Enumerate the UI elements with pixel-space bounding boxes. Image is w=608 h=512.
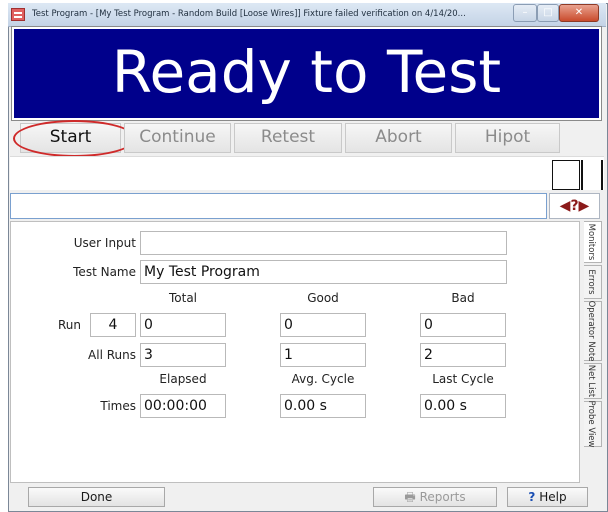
tab-errors[interactable]: Errors <box>584 265 602 299</box>
hipot-button[interactable]: Hipot <box>455 123 560 153</box>
tab-monitors-label: Monitors <box>586 223 596 261</box>
indicator-box-2 <box>581 160 603 190</box>
avg-cycle-header: Avg. Cycle <box>291 372 355 386</box>
user-input-field[interactable] <box>140 231 507 255</box>
tab-errors-label: Errors <box>586 269 596 295</box>
continue-button[interactable]: Continue <box>124 123 231 153</box>
tab-operator-note-label: Operator Note <box>586 300 596 362</box>
test-name-label: Test Name <box>73 265 136 279</box>
status-banner: Ready to Test <box>11 26 602 121</box>
last-cycle-header: Last Cycle <box>432 372 494 386</box>
close-icon: ✕ <box>574 7 584 18</box>
help-button[interactable]: ? Help <box>507 487 588 507</box>
bad-header: Bad <box>451 291 475 305</box>
tab-probe-view-label: Probe View <box>586 400 596 448</box>
help-label: Help <box>539 490 567 504</box>
tab-probe-view[interactable]: Probe View <box>584 401 602 447</box>
maximize-icon: □ <box>543 7 553 18</box>
tab-operator-note[interactable]: Operator Note <box>584 301 602 361</box>
app-icon <box>11 8 25 21</box>
close-button[interactable]: ✕ <box>559 4 599 22</box>
all-runs-bad-field: 2 <box>420 343 506 367</box>
run-label: Run <box>58 318 82 332</box>
reports-button[interactable]: 🖶 Reports <box>373 487 497 507</box>
all-runs-good-field: 1 <box>280 343 366 367</box>
window-title: Test Program - [My Test Program - Random… <box>32 9 466 19</box>
message-field[interactable] <box>10 193 547 219</box>
abort-button[interactable]: Abort <box>345 123 452 153</box>
retest-button[interactable]: Retest <box>234 123 342 153</box>
nav-arrows-icon[interactable]: ◀?▶ <box>549 193 600 219</box>
run-total-field: 0 <box>140 313 226 337</box>
avg-cycle-field: 0.00 s <box>280 394 366 418</box>
tab-net-list-label: Net List <box>586 364 596 398</box>
total-header: Total <box>168 291 198 305</box>
help-icon: ? <box>528 490 536 504</box>
user-input-label: User Input <box>73 236 136 250</box>
printer-icon: 🖶 <box>404 490 420 504</box>
elapsed-field: 00:00:00 <box>140 394 226 418</box>
maximize-button[interactable]: □ <box>537 4 559 22</box>
minimize-icon: – <box>522 7 528 18</box>
start-highlight-ring <box>13 120 136 157</box>
reports-label: Reports <box>419 490 466 504</box>
times-label: Times <box>100 399 136 413</box>
good-header: Good <box>307 291 339 305</box>
done-button[interactable]: Done <box>28 487 165 507</box>
test-name-field: My Test Program <box>140 260 507 284</box>
all-runs-total-field: 3 <box>140 343 226 367</box>
tab-net-list[interactable]: Net List <box>584 363 602 399</box>
minimize-button[interactable]: – <box>513 4 537 22</box>
last-cycle-field: 0.00 s <box>420 394 506 418</box>
all-runs-label: All Runs <box>88 348 136 362</box>
run-bad-field: 0 <box>420 313 506 337</box>
tab-monitors[interactable]: Monitors <box>584 221 602 263</box>
indicator-box-1 <box>552 160 580 190</box>
title-bar: Test Program - [My Test Program - Random… <box>8 3 606 27</box>
info-strip <box>10 156 604 190</box>
elapsed-header: Elapsed <box>159 372 207 386</box>
run-number-field: 4 <box>90 313 136 337</box>
status-text: Ready to Test <box>111 38 502 106</box>
run-good-field: 0 <box>280 313 366 337</box>
